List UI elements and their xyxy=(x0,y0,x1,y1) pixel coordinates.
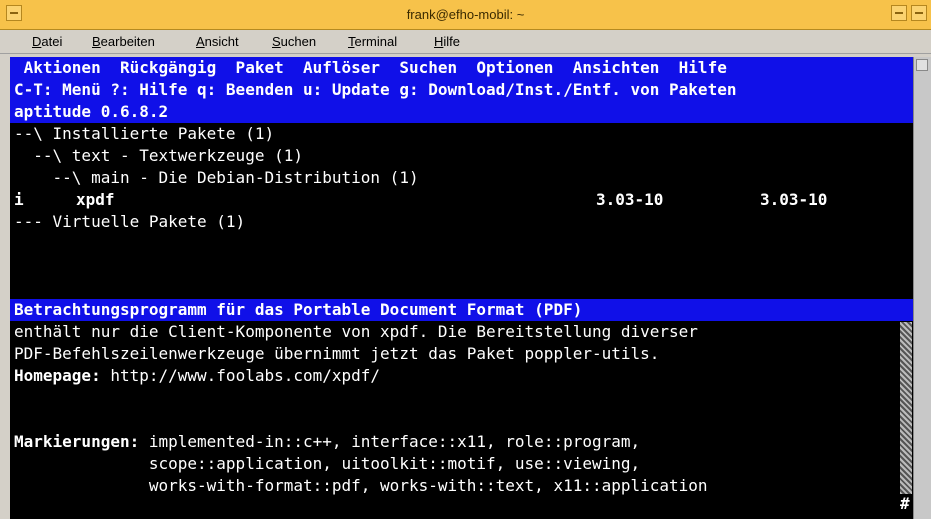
description-line-1: enthält nur die Client-Komponente von xp… xyxy=(14,322,698,341)
description-scroll-marker: # xyxy=(900,494,910,513)
package-installed-version: 3.03-10 xyxy=(596,190,664,209)
description-line-2: PDF-Befehlszeilenwerkzeuge übernimmt jet… xyxy=(14,344,660,363)
menu-datei[interactable]: Datei xyxy=(32,34,62,49)
minimize-button[interactable] xyxy=(891,5,907,21)
aptitude-menu-line[interactable]: Aktionen Rückgängig Paket Auflöser Suche… xyxy=(14,57,727,79)
homepage-line: Homepage: http://www.foolabs.com/xpdf/ xyxy=(14,365,380,387)
menu-hilfe[interactable]: Hilfe xyxy=(434,34,460,49)
description-title: Betrachtungsprogramm für das Portable Do… xyxy=(14,300,583,319)
window-title: frank@efho-mobil: ~ xyxy=(406,7,525,22)
scroll-up-arrow-icon[interactable] xyxy=(916,59,928,71)
tree-text[interactable]: --\ text - Textwerkzeuge (1) xyxy=(14,145,303,167)
menu-bearbeiten[interactable]: Bearbeiten xyxy=(92,34,155,49)
tags-line-1: Markierungen: implemented-in::c++, inter… xyxy=(14,432,641,451)
package-candidate-version: 3.03-10 xyxy=(760,190,828,209)
maximize-icon xyxy=(915,12,923,14)
description-scroll-track[interactable] xyxy=(900,322,912,494)
key-help-line: C-T: Menü ?: Hilfe q: Beenden u: Update … xyxy=(14,80,737,99)
tags-line-2: scope::application, uitoolkit::motif, us… xyxy=(14,454,641,473)
menu-terminal[interactable]: Terminal xyxy=(348,34,397,49)
maximize-button[interactable] xyxy=(911,5,927,21)
terminal-screen[interactable]: Aktionen Rückgängig Paket Auflöser Suche… xyxy=(10,57,913,519)
terminal-scrollbar[interactable] xyxy=(913,57,931,519)
homepage-url[interactable]: http://www.foolabs.com/xpdf/ xyxy=(101,366,380,385)
tags-line-3: works-with-format::pdf, works-with::text… xyxy=(14,476,708,495)
tree-main[interactable]: --\ main - Die Debian-Distribution (1) xyxy=(14,167,419,189)
version-line: aptitude 0.6.8.2 xyxy=(14,102,169,121)
window-titlebar[interactable]: frank@efho-mobil: ~ xyxy=(0,0,931,30)
tree-installed[interactable]: --\ Installierte Pakete (1) xyxy=(14,123,274,145)
package-state: i xyxy=(14,190,24,209)
menu-suchen[interactable]: Suchen xyxy=(272,34,316,49)
menu-ansicht[interactable]: Ansicht xyxy=(196,34,239,49)
package-name[interactable]: xpdf xyxy=(76,189,115,211)
tree-virtual[interactable]: --- Virtuelle Pakete (1) xyxy=(14,211,245,233)
menubar: Datei Bearbeiten Ansicht Suchen Terminal… xyxy=(0,30,931,54)
homepage-label: Homepage: xyxy=(14,366,101,385)
minimize-icon xyxy=(895,12,903,14)
tags-label: Markierungen: xyxy=(14,432,140,451)
